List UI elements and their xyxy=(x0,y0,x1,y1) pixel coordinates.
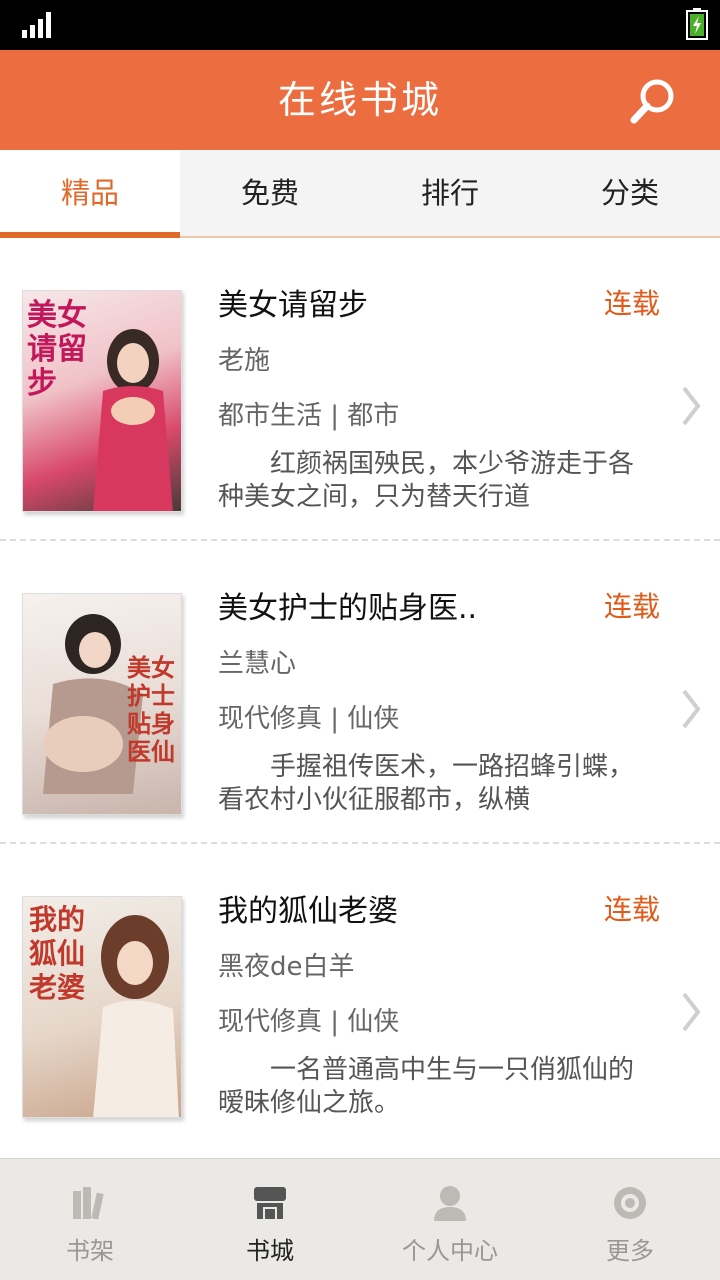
book-genre: 都市生活 | 都市 xyxy=(218,401,400,431)
book-description: 手握祖传医术，一路招蜂引蝶，看农村小伙征服都市，纵横 xyxy=(218,752,635,815)
nav-label: 个人中心 xyxy=(402,1237,498,1265)
chevron-right-icon xyxy=(682,386,701,426)
book-title: 我的狐仙老婆 xyxy=(218,894,398,929)
nav-more[interactable]: 更多 xyxy=(540,1159,720,1280)
book-description: 一名普通高中生与一只俏狐仙的暧昧修仙之旅。 xyxy=(218,1055,635,1118)
status-bar xyxy=(0,0,720,50)
book-title: 美女请留步 xyxy=(218,288,368,323)
book-status: 连载 xyxy=(603,287,660,320)
chevron-right-icon xyxy=(682,992,701,1032)
nav-bookstore[interactable]: 书城 xyxy=(180,1159,360,1280)
nav-profile[interactable]: 个人中心 xyxy=(360,1159,540,1280)
nav-label: 更多 xyxy=(606,1237,654,1265)
book-author: 黑夜de白羊 xyxy=(218,952,355,982)
user-icon xyxy=(434,1186,466,1221)
book-item[interactable]: 美女护士贴身医仙 美女护士的贴身医.. 连载 兰慧心 现代修真 | 仙侠 手握祖… xyxy=(0,541,720,844)
bookshelf-icon xyxy=(73,1187,104,1220)
bottom-navigation: 书架 书城 个人中心 更多 xyxy=(0,1158,720,1280)
cover-title-text: 美女请留步 xyxy=(27,298,87,401)
tab-category[interactable]: 分类 xyxy=(540,150,720,236)
book-cover: 美女请留步 xyxy=(22,290,182,512)
cover-title-text: 我的狐仙老婆 xyxy=(29,903,86,1004)
book-author: 老施 xyxy=(218,346,271,376)
nav-label: 书架 xyxy=(66,1237,114,1265)
book-status: 连载 xyxy=(603,893,660,926)
book-genre: 现代修真 | 仙侠 xyxy=(218,1007,400,1037)
cover-title-text: 美女护士贴身医仙 xyxy=(127,653,175,766)
search-icon[interactable] xyxy=(628,76,678,126)
book-status: 连载 xyxy=(603,590,660,623)
chevron-right-icon xyxy=(682,689,701,729)
app-header: 在线书城 xyxy=(0,50,720,150)
book-item[interactable]: 美女请留步 美女请留步 连载 老施 都市生活 | 都市 红颜祸国殃民，本少爷游走… xyxy=(0,238,720,541)
more-icon xyxy=(614,1187,646,1219)
tab-free[interactable]: 免费 xyxy=(180,150,360,236)
nav-label: 书城 xyxy=(246,1237,294,1265)
bookstore-icon xyxy=(254,1187,286,1219)
book-author: 兰慧心 xyxy=(218,649,297,679)
book-genre: 现代修真 | 仙侠 xyxy=(218,704,400,734)
book-description: 红颜祸国殃民，本少爷游走于各种美女之间，只为替天行道 xyxy=(218,449,635,512)
page-title: 在线书城 xyxy=(277,78,442,122)
book-cover: 美女护士贴身医仙 xyxy=(22,593,182,815)
book-item[interactable]: 我的狐仙老婆 我的狐仙老婆 连载 黑夜de白羊 现代修真 | 仙侠 一名普通高中… xyxy=(0,844,720,1147)
book-list: 美女请留步 美女请留步 连载 老施 都市生活 | 都市 红颜祸国殃民，本少爷游走… xyxy=(0,238,720,1158)
category-tabs: 精品 免费 排行 分类 xyxy=(0,150,720,238)
signal-icon xyxy=(22,12,54,38)
book-title: 美女护士的贴身医.. xyxy=(218,591,478,626)
nav-bookshelf[interactable]: 书架 xyxy=(0,1159,180,1280)
tab-ranking[interactable]: 排行 xyxy=(360,150,540,236)
book-cover: 我的狐仙老婆 xyxy=(22,896,182,1118)
tab-featured[interactable]: 精品 xyxy=(0,150,180,238)
battery-charging-icon xyxy=(686,8,708,40)
